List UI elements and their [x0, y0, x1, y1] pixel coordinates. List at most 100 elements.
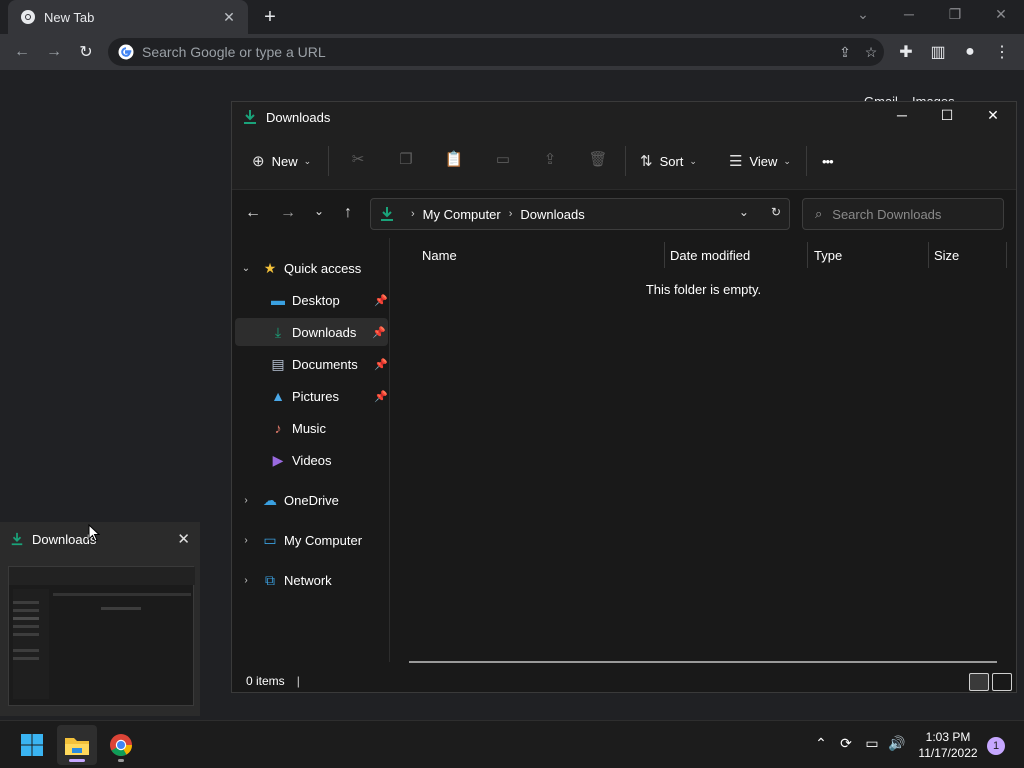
file-explorer-taskbar-button[interactable] — [57, 725, 97, 765]
column-divider[interactable] — [928, 242, 929, 268]
active-indicator — [69, 759, 85, 762]
refresh-icon[interactable]: ↻ — [771, 205, 781, 219]
column-divider[interactable] — [664, 242, 665, 268]
column-type[interactable]: Type — [814, 248, 842, 263]
document-icon: ▤ — [271, 355, 285, 372]
see-more-button[interactable]: ••• — [822, 150, 834, 172]
chevron-down-icon: ⌄ — [689, 155, 697, 166]
profile-icon[interactable]: ● — [958, 40, 982, 64]
close-window-icon[interactable]: ✕ — [991, 6, 1011, 24]
rename-icon[interactable]: ▭ — [492, 150, 514, 172]
file-explorer-window: Downloads ─ ☐ ✕ ⊕ New ⌄ ✂ ❐ 📋 ▭ ⇪ 🗑 ⇅ So… — [231, 101, 1017, 693]
paste-icon[interactable]: 📋 — [443, 150, 465, 172]
pin-icon: 📌 — [374, 294, 388, 307]
preview-thumbnail[interactable] — [8, 566, 195, 706]
column-name[interactable]: Name — [422, 248, 457, 263]
back-icon[interactable]: ← — [10, 40, 34, 64]
column-size[interactable]: Size — [934, 248, 959, 263]
download-icon — [381, 207, 393, 221]
thumbnail-image — [9, 567, 195, 699]
status-separator: | — [296, 674, 300, 688]
network-icon[interactable]: ▭ — [862, 735, 882, 755]
forward-icon[interactable]: → — [42, 40, 66, 64]
new-label: New — [271, 153, 298, 169]
chevron-down-icon: ⌄ — [783, 155, 791, 166]
star-icon: ★ — [263, 259, 277, 276]
chrome-taskbar-button[interactable] — [101, 725, 141, 765]
chevron-right-icon[interactable]: › — [240, 495, 252, 506]
delete-icon[interactable]: 🗑 — [587, 150, 609, 172]
address-bar[interactable]: › My Computer › Downloads ⌄ ↻ — [370, 198, 790, 230]
extensions-icon[interactable]: ✚ — [894, 40, 918, 64]
share-icon[interactable]: ⇪ — [832, 44, 858, 61]
preview-header: Downloads — [0, 522, 200, 556]
side-panel-icon[interactable]: ▥ — [926, 40, 950, 64]
omnibox[interactable]: Search Google or type a URL ⇪ ☆ — [108, 38, 884, 66]
chevron-right-icon[interactable]: › — [240, 575, 252, 586]
chevron-right-icon[interactable]: › — [240, 535, 252, 546]
taskbar-preview[interactable]: Downloads ✕ — [0, 522, 200, 716]
details-view-icon[interactable] — [969, 673, 989, 691]
taskbar: ⌃ ⟳ ▭ 🔊 1:03 PM 11/17/2022 1 — [0, 720, 1024, 768]
column-divider[interactable] — [807, 242, 808, 268]
forward-icon[interactable]: → — [277, 204, 299, 224]
pictures-icon: ▲ — [271, 388, 285, 404]
view-button[interactable]: ☰ View ⌄ — [729, 150, 791, 172]
back-icon[interactable]: ← — [242, 204, 264, 224]
recent-locations-icon[interactable]: ⌄ — [308, 204, 330, 224]
new-button[interactable]: ⊕ New ⌄ — [252, 150, 311, 172]
cut-icon[interactable]: ✂ — [347, 150, 369, 172]
item-count: 0 items — [246, 674, 285, 688]
add-icon: ⊕ — [252, 153, 265, 170]
close-preview-icon[interactable]: ✕ — [177, 530, 190, 548]
nav-label: Music — [292, 420, 326, 436]
nav-music[interactable]: ♪ Music — [232, 414, 390, 442]
column-divider[interactable] — [1006, 242, 1007, 268]
nav-quick-access[interactable]: ⌄ ★ Quick access — [232, 254, 390, 282]
nav-downloads[interactable]: ⤓ Downloads 📌 — [235, 318, 388, 346]
new-tab-button[interactable]: + — [258, 6, 282, 28]
share-icon[interactable]: ⇪ — [539, 150, 561, 172]
column-date-modified[interactable]: Date modified — [670, 248, 750, 263]
clock[interactable]: 1:03 PM 11/17/2022 — [912, 729, 984, 761]
up-icon[interactable]: ↑ — [337, 204, 359, 224]
copy-icon[interactable]: ❐ — [395, 150, 417, 172]
pin-icon: 📌 — [374, 358, 388, 371]
volume-icon[interactable]: 🔊 — [887, 735, 907, 755]
close-tab-icon[interactable]: ✕ — [220, 9, 238, 26]
nav-documents[interactable]: ▤ Documents 📌 — [232, 350, 390, 378]
start-button[interactable] — [12, 725, 52, 765]
chevron-down-icon[interactable]: ⌄ — [240, 263, 252, 274]
nav-pictures[interactable]: ▲ Pictures 📌 — [232, 382, 390, 410]
notification-badge[interactable]: 1 — [987, 737, 1005, 755]
sync-icon[interactable]: ⟳ — [836, 735, 856, 755]
chevron-down-icon: ⌄ — [303, 155, 312, 166]
minimize-icon[interactable]: ─ — [887, 107, 917, 127]
chrome-tab-new-tab[interactable]: New Tab ✕ — [8, 0, 248, 34]
folder-icon — [65, 738, 89, 755]
nav-videos[interactable]: ▶ Videos — [232, 446, 390, 474]
address-dropdown-icon[interactable]: ⌄ — [739, 205, 749, 219]
restore-icon[interactable]: ❐ — [945, 6, 965, 24]
tiles-view-icon[interactable] — [992, 673, 1012, 691]
breadcrumb-my-computer[interactable]: My Computer — [423, 207, 501, 222]
nav-network[interactable]: › ⧉ Network — [232, 566, 390, 594]
chrome-menu-icon[interactable]: ⋮ — [990, 40, 1014, 64]
breadcrumb-downloads[interactable]: Downloads — [520, 207, 584, 222]
nav-desktop[interactable]: ▬ Desktop 📌 — [232, 286, 390, 314]
horizontal-scrollbar[interactable] — [409, 661, 997, 663]
nav-onedrive[interactable]: › ☁ OneDrive — [232, 486, 390, 514]
bookmark-star-icon[interactable]: ☆ — [858, 44, 884, 61]
maximize-icon[interactable]: ☐ — [932, 107, 962, 127]
nav-label: My Computer — [284, 532, 363, 548]
nav-label: OneDrive — [284, 492, 339, 508]
close-window-icon[interactable]: ✕ — [978, 107, 1008, 127]
tab-search-icon[interactable]: ⌄ — [853, 6, 873, 24]
sort-button[interactable]: ⇅ Sort ⌄ — [640, 150, 697, 172]
nav-my-computer[interactable]: › ▭ My Computer — [232, 526, 390, 554]
chrome-icon — [21, 10, 35, 24]
minimize-icon[interactable]: ─ — [899, 6, 919, 24]
reload-icon[interactable]: ↻ — [74, 40, 98, 64]
show-hidden-icons-icon[interactable]: ⌃ — [811, 735, 831, 755]
search-box[interactable]: ⌕ Search Downloads — [802, 198, 1004, 230]
